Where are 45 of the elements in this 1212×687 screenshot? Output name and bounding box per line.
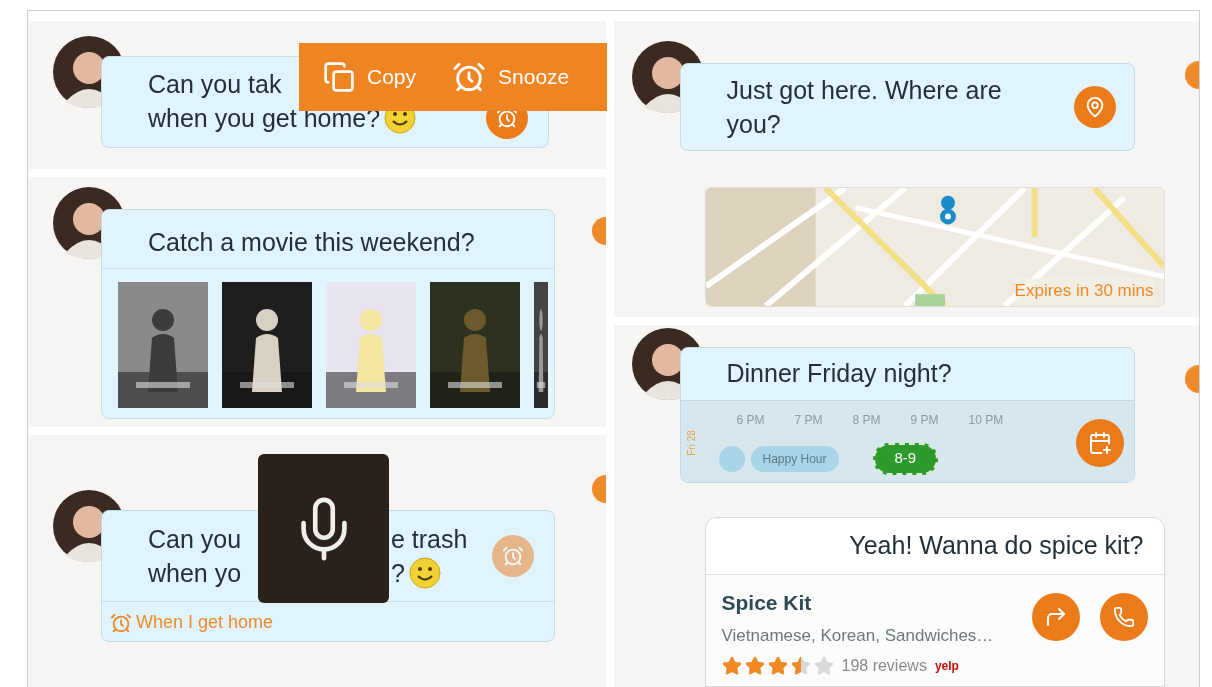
time-label: 9 PM bbox=[910, 411, 939, 429]
event-chip[interactable]: Happy Hour bbox=[750, 445, 839, 472]
message-text: Catch a movie this weekend? bbox=[147, 227, 476, 258]
snooze-button[interactable]: Snooze bbox=[452, 60, 570, 94]
time-label: 10 PM bbox=[968, 411, 1004, 429]
alarm-clock-icon bbox=[110, 611, 132, 634]
time-label: 8 PM bbox=[852, 411, 881, 429]
reply-text: Yeah! Wanna do spice kit? bbox=[848, 530, 1145, 562]
message-text: Dinner Friday night? bbox=[725, 358, 952, 390]
alarm-clock-icon bbox=[452, 60, 487, 94]
message-text: Can you bbox=[148, 524, 243, 555]
location-button[interactable] bbox=[1073, 86, 1116, 128]
side-handle[interactable] bbox=[1185, 365, 1199, 393]
expiry-label: Expires in 30 mins bbox=[1014, 277, 1154, 303]
restaurant-categories: Vietnamese, Korean, Sandwiches… bbox=[721, 624, 994, 647]
star-icon bbox=[813, 656, 834, 676]
call-button[interactable] bbox=[1099, 593, 1148, 641]
directions-button[interactable] bbox=[1031, 593, 1080, 641]
side-handle[interactable] bbox=[1185, 61, 1199, 89]
star-icon bbox=[721, 656, 742, 676]
message-text: you? bbox=[726, 109, 781, 140]
copy-icon bbox=[323, 61, 355, 93]
alarm-clock-icon bbox=[502, 545, 524, 567]
calendar-plus-icon bbox=[1087, 430, 1112, 455]
time-label: 7 PM bbox=[794, 411, 823, 429]
reminder-label[interactable]: When I get home bbox=[136, 609, 274, 636]
copy-button[interactable]: Copy bbox=[323, 61, 417, 93]
phone-icon bbox=[1112, 606, 1135, 628]
day-label: Fri 28 bbox=[684, 428, 698, 458]
restaurant-name: Spice Kit bbox=[721, 590, 812, 616]
message-text: ? bbox=[391, 558, 405, 589]
proposed-time-chip[interactable]: 8-9 bbox=[872, 442, 939, 475]
star-icon bbox=[790, 656, 811, 676]
message-text: e trash bbox=[391, 524, 468, 555]
star-icon bbox=[744, 656, 765, 676]
smiley-icon bbox=[408, 557, 441, 589]
time-label: 6 PM bbox=[736, 411, 765, 429]
review-source: yelp bbox=[934, 658, 959, 675]
message-text: when yo bbox=[148, 558, 243, 589]
side-handle[interactable] bbox=[591, 217, 606, 245]
message-text: Can you tak bbox=[148, 69, 282, 100]
side-handle[interactable] bbox=[591, 475, 606, 503]
message-text: Just got here. Where are bbox=[726, 75, 1002, 106]
star-icon bbox=[767, 656, 788, 676]
review-count: 198 reviews bbox=[841, 656, 927, 676]
